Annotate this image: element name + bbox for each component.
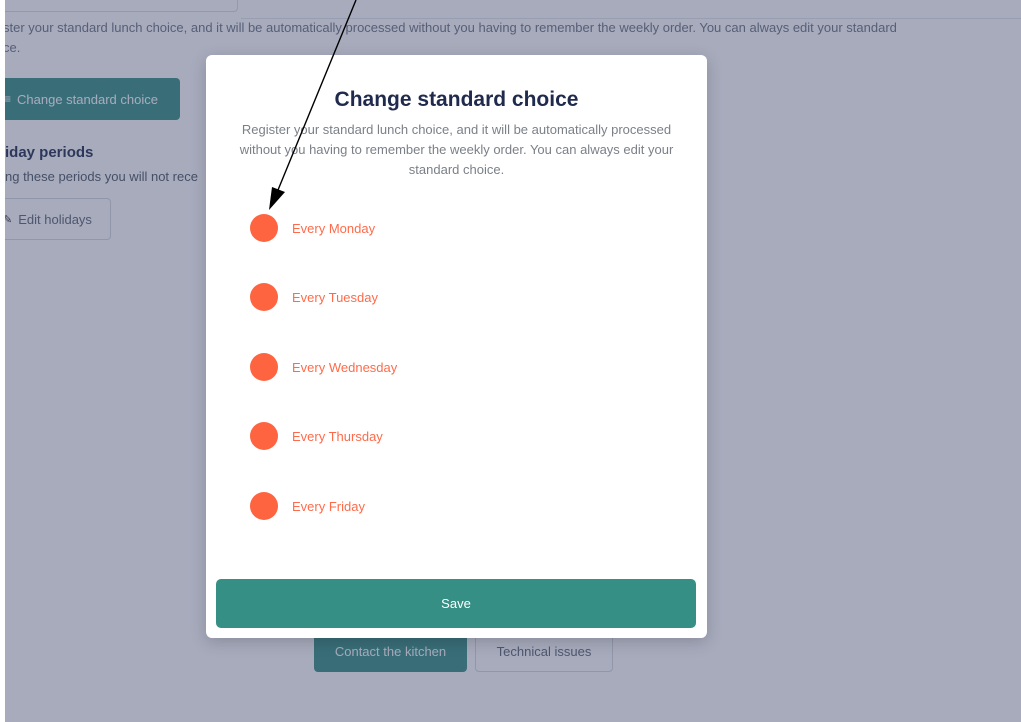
day-toggle-dot[interactable] <box>250 492 278 520</box>
day-label: Every Monday <box>292 220 376 236</box>
day-label: Every Friday <box>292 498 365 514</box>
day-toggle-dot[interactable] <box>250 214 278 242</box>
day-toggle-dot[interactable] <box>250 283 278 311</box>
day-option-monday[interactable]: Every Monday <box>250 214 375 242</box>
day-option-wednesday[interactable]: Every Wednesday <box>250 353 397 381</box>
modal-title: Change standard choice <box>334 88 579 111</box>
day-label: Every Thursday <box>292 428 383 444</box>
day-option-friday[interactable]: Every Friday <box>250 492 365 520</box>
change-standard-choice-modal: Change standard choice Register your sta… <box>206 55 707 638</box>
day-option-thursday[interactable]: Every Thursday <box>250 422 383 450</box>
modal-description: Register your standard lunch choice, and… <box>239 122 674 177</box>
screen: ster your standard lunch choice, and it … <box>0 0 1021 722</box>
day-label: Every Wednesday <box>292 359 398 375</box>
day-label: Every Tuesday <box>292 289 378 305</box>
day-option-tuesday[interactable]: Every Tuesday <box>250 283 378 311</box>
save-button[interactable]: Save <box>216 579 696 628</box>
day-toggle-dot[interactable] <box>250 422 278 450</box>
day-toggle-dot[interactable] <box>250 353 278 381</box>
left-edge <box>0 0 5 722</box>
